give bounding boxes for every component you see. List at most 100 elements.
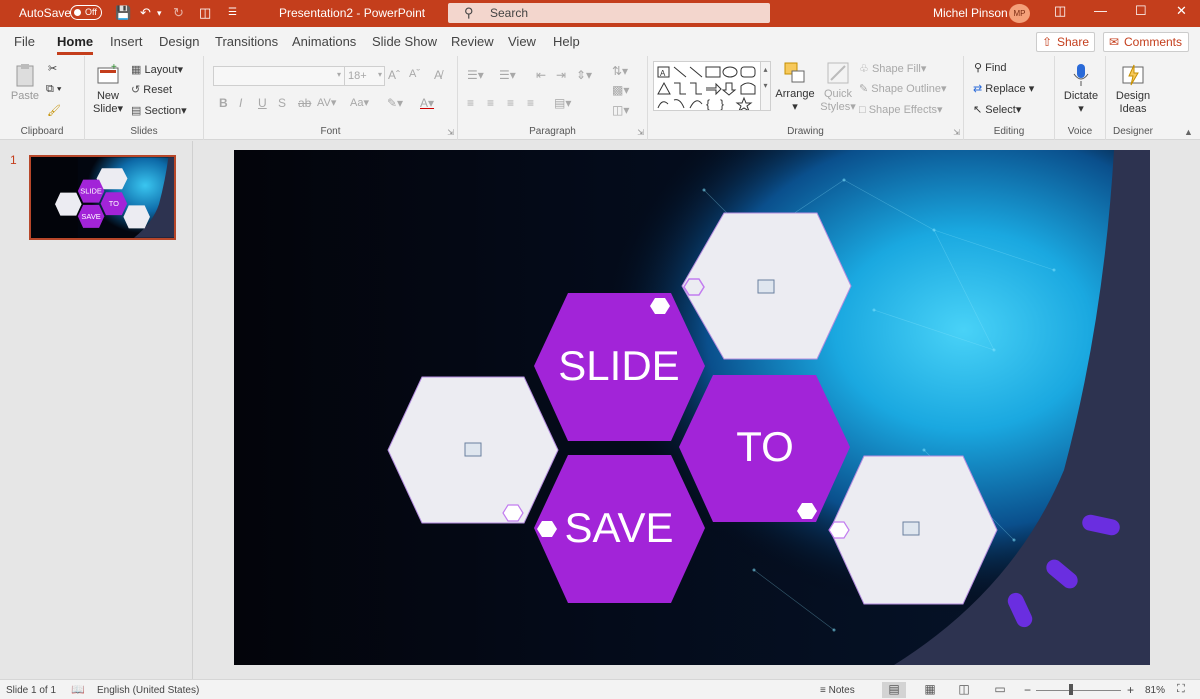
slide-word-slide[interactable]: SLIDE	[558, 342, 679, 389]
reading-view-icon[interactable]: ◫	[952, 682, 976, 698]
ribbon-display-icon[interactable]: ◫	[1054, 3, 1066, 19]
underline-icon[interactable]: U	[258, 96, 267, 110]
tab-design[interactable]: Design	[159, 34, 199, 49]
clear-formatting-icon[interactable]: A̸	[434, 68, 442, 82]
highlight-icon[interactable]: ✎▾	[387, 96, 403, 110]
shape-fill-button[interactable]: ♧ Shape Fill▾	[859, 62, 926, 75]
font-size-combo[interactable]: 18+ ▾	[344, 66, 385, 86]
spelling-icon[interactable]: 📖	[71, 683, 85, 696]
shadow-icon[interactable]: ab	[298, 96, 311, 110]
autosave-toggle[interactable]: Off	[70, 5, 102, 20]
tab-transitions[interactable]: Transitions	[215, 34, 278, 49]
design-ideas-button[interactable]: Design Ideas	[1112, 62, 1154, 116]
smartart-icon[interactable]: ◫▾	[612, 103, 629, 117]
fit-to-window-icon[interactable]: ⛶	[1177, 683, 1185, 696]
layout-button[interactable]: ▦ Layout▾	[131, 63, 183, 76]
font-color-icon[interactable]: A▾	[420, 96, 434, 110]
slide-word-to[interactable]: TO	[736, 423, 794, 470]
line-spacing-icon[interactable]: ⇕▾	[576, 68, 592, 82]
minimize-icon[interactable]: —	[1094, 3, 1107, 18]
font-name-combo[interactable]: ▾	[213, 66, 345, 86]
share-button[interactable]: ⇧ Share	[1036, 32, 1095, 52]
font-dialog-launcher-icon[interactable]: ⇲	[447, 128, 454, 137]
align-left-icon[interactable]: ≡	[467, 96, 474, 110]
section-button[interactable]: ▤ Section▾	[131, 104, 187, 117]
close-icon[interactable]: ✕	[1176, 3, 1187, 19]
format-painter-icon[interactable]: 🖌	[47, 104, 61, 117]
character-spacing-icon[interactable]: AV▾	[317, 96, 336, 109]
new-slide-button[interactable]: + New Slide▾	[91, 62, 125, 116]
drawing-dialog-launcher-icon[interactable]: ⇲	[953, 128, 960, 137]
decrease-font-icon[interactable]: Aˇ	[409, 68, 420, 80]
columns-icon[interactable]: ▤▾	[554, 96, 571, 110]
select-button[interactable]: ↖ Select▾	[973, 103, 1021, 116]
increase-font-icon[interactable]: Aˆ	[388, 68, 400, 82]
zoom-out-button[interactable]: −	[1024, 683, 1031, 697]
quick-styles-button[interactable]: Quick Styles▾	[818, 60, 858, 114]
bullets-icon[interactable]: ☰▾	[467, 68, 484, 82]
shape-effects-button[interactable]: □ Shape Effects▾	[859, 103, 943, 116]
comments-button[interactable]: ✉ Comments	[1103, 32, 1189, 52]
text-direction-icon[interactable]: ⇅▾	[612, 64, 628, 78]
slide-thumbnail[interactable]: SLIDE TO SAVE	[29, 155, 176, 240]
zoom-slider[interactable]	[1036, 690, 1121, 691]
strikethrough-icon[interactable]: S	[278, 96, 286, 110]
reset-button[interactable]: ↺ Reset	[131, 83, 172, 96]
maximize-icon[interactable]: ☐	[1135, 3, 1147, 19]
thumbnail-word-to: TO	[109, 199, 119, 208]
tab-file[interactable]: File	[14, 34, 35, 49]
collapse-ribbon-icon[interactable]: ▲	[1184, 127, 1193, 137]
shape-outline-button[interactable]: ✎ Shape Outline▾	[859, 82, 947, 95]
copy-icon[interactable]: ⧉ ▾	[46, 83, 62, 96]
tab-help[interactable]: Help	[553, 34, 580, 49]
slide-sorter-icon[interactable]: ▦	[918, 682, 942, 698]
italic-icon[interactable]: I	[239, 96, 242, 110]
tab-view[interactable]: View	[508, 34, 536, 49]
increase-indent-icon[interactable]: ⇥	[556, 68, 566, 82]
picture-placeholder-right[interactable]	[829, 455, 998, 605]
slide-canvas[interactable]: SLIDE TO SAVE	[234, 150, 1150, 665]
comments-label: Comments	[1124, 35, 1183, 49]
customize-qat-icon[interactable]: ☰	[228, 5, 237, 21]
tab-animations[interactable]: Animations	[292, 34, 356, 49]
numbering-icon[interactable]: ☰▾	[499, 68, 516, 82]
zoom-level[interactable]: 81%	[1145, 685, 1165, 696]
tab-review[interactable]: Review	[451, 34, 494, 49]
shapes-gallery-scroll[interactable]: ▴ ▾	[761, 61, 771, 111]
user-name[interactable]: Michel Pinson	[933, 6, 1008, 20]
notes-button[interactable]: ≡ Notes	[820, 685, 855, 696]
paragraph-dialog-launcher-icon[interactable]: ⇲	[637, 128, 644, 137]
change-case-icon[interactable]: Aa▾	[350, 96, 369, 109]
replace-button[interactable]: ⇄ Replace ▾	[973, 82, 1034, 95]
zoom-in-button[interactable]: +	[1127, 683, 1134, 697]
shapes-gallery[interactable]: A {}	[653, 61, 761, 111]
language-indicator[interactable]: English (United States)	[97, 685, 199, 696]
tab-insert[interactable]: Insert	[110, 34, 143, 49]
slide-word-save[interactable]: SAVE	[565, 504, 674, 551]
normal-view-icon[interactable]: ▤	[882, 682, 906, 698]
align-text-icon[interactable]: ▩▾	[612, 83, 629, 97]
redo-icon[interactable]: ↻	[173, 5, 184, 21]
slide-show-icon[interactable]: ▭	[988, 682, 1012, 698]
avatar[interactable]: MP	[1009, 4, 1030, 23]
save-icon[interactable]: 💾	[115, 5, 131, 21]
bold-icon[interactable]: B	[219, 96, 228, 110]
present-icon[interactable]: ◫	[199, 5, 211, 21]
dictate-button[interactable]: Dictate ▾	[1061, 62, 1101, 116]
undo-dropdown-icon[interactable]: ▾	[157, 5, 162, 21]
undo-icon[interactable]: ↶	[140, 5, 151, 21]
tab-slide-show[interactable]: Slide Show	[372, 34, 437, 49]
search-box[interactable]: ⚲ Search	[448, 3, 770, 23]
find-button[interactable]: ⚲ Find	[974, 61, 1007, 74]
align-right-icon[interactable]: ≡	[507, 96, 514, 110]
arrange-button[interactable]: Arrange ▾	[774, 60, 816, 114]
picture-placeholder-left[interactable]	[387, 376, 559, 524]
cut-icon[interactable]: ✂	[48, 62, 57, 75]
align-center-icon[interactable]: ≡	[487, 96, 494, 110]
decrease-indent-icon[interactable]: ⇤	[536, 68, 546, 82]
tab-home[interactable]: Home	[57, 34, 94, 55]
paste-button[interactable]: Paste	[8, 62, 42, 103]
zoom-slider-handle[interactable]	[1069, 684, 1073, 695]
section-icon: ▤	[131, 105, 142, 117]
justify-icon[interactable]: ≡	[527, 96, 534, 110]
